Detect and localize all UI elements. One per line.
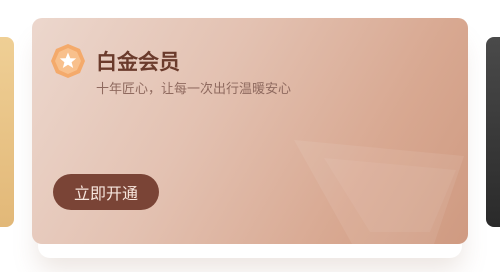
previous-membership-card[interactable] <box>0 37 14 227</box>
octagon-star-badge-icon <box>51 44 85 78</box>
membership-title: 白金会员 <box>96 50 180 74</box>
membership-slogan: 十年匠心，让每一次出行温暖安心 <box>96 82 292 97</box>
open-membership-button[interactable]: 立即开通 <box>53 174 159 210</box>
membership-carousel: 白金会员 十年匠心，让每一次出行温暖安心 立即开通 <box>0 0 500 272</box>
platinum-membership-card[interactable]: 白金会员 十年匠心，让每一次出行温暖安心 立即开通 <box>32 18 468 244</box>
next-membership-card[interactable] <box>486 37 500 227</box>
